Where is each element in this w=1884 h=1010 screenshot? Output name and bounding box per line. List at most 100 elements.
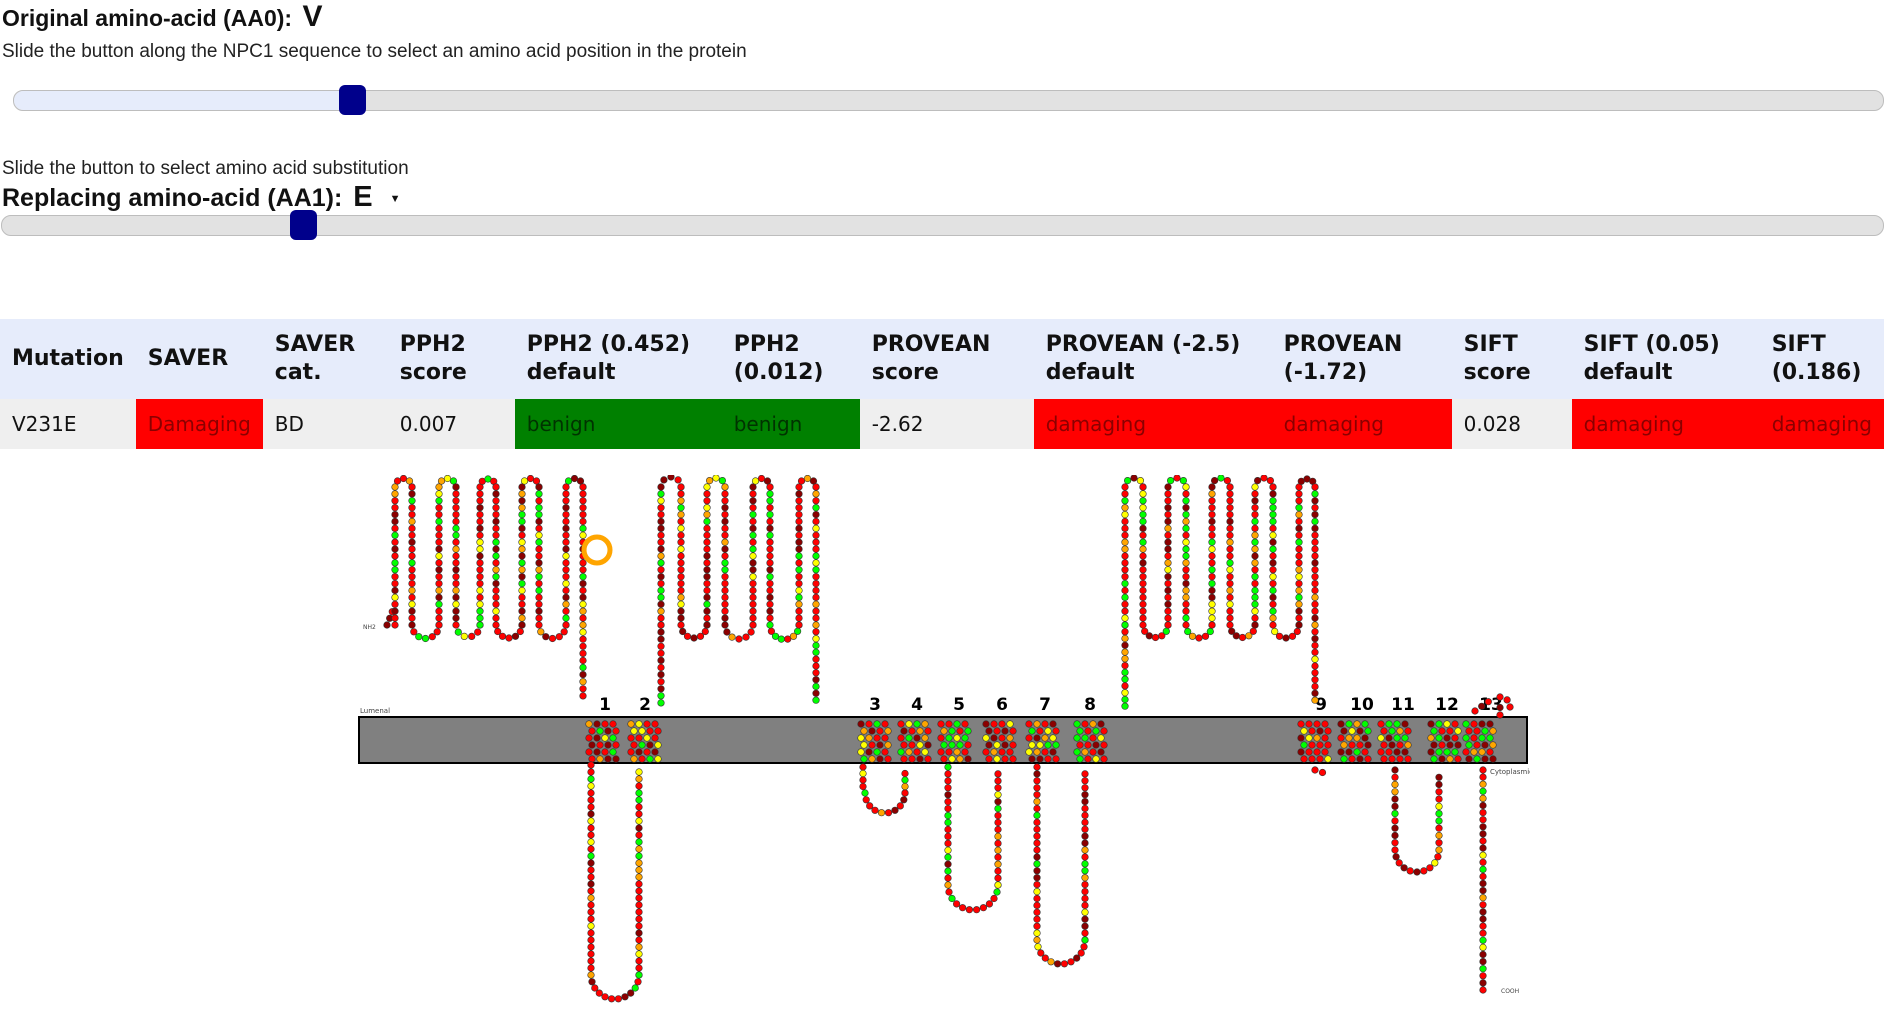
residue (1393, 748, 1401, 756)
residue (1385, 748, 1393, 756)
residue (1006, 720, 1014, 728)
residue (795, 531, 803, 539)
residue (452, 524, 460, 533)
residue (579, 510, 587, 519)
residue (1208, 510, 1216, 519)
residue (749, 497, 757, 505)
residue (1479, 787, 1487, 795)
residue (1182, 614, 1190, 622)
residue (706, 476, 714, 485)
aa1-slider[interactable] (1, 210, 1884, 240)
residue (1311, 593, 1319, 601)
residue (535, 607, 543, 615)
residue (1465, 755, 1473, 763)
cell-saver: Damaging (135, 399, 263, 449)
residue (1226, 621, 1234, 629)
residue (1269, 497, 1277, 505)
residue (908, 755, 916, 763)
residue (612, 727, 620, 735)
residue (1481, 741, 1489, 749)
residue (993, 741, 1001, 749)
residue (948, 755, 956, 763)
residue (1478, 702, 1486, 710)
col-header-provean-172: PROVEAN (-1.72) (1271, 319, 1452, 399)
residue (1269, 573, 1277, 581)
residue (703, 483, 711, 491)
residue (1251, 600, 1259, 608)
residue (1479, 929, 1487, 937)
residue (677, 607, 685, 615)
residue (1164, 573, 1172, 581)
residue (965, 906, 974, 914)
residue (901, 789, 909, 797)
residue (795, 517, 803, 526)
residue (1121, 573, 1129, 581)
residue (635, 894, 643, 902)
residue (562, 538, 570, 546)
residue (944, 805, 952, 813)
position-slider-handle[interactable] (338, 85, 366, 115)
residue (749, 538, 757, 546)
residue (812, 483, 820, 491)
residue (587, 782, 595, 790)
residue (1081, 804, 1089, 813)
residue (703, 586, 711, 595)
selected-residue-marker[interactable] (581, 534, 613, 566)
residue (1479, 816, 1487, 824)
aa1-slider-handle[interactable] (289, 210, 317, 240)
residue (1139, 531, 1147, 539)
residue (1121, 702, 1129, 710)
residue (635, 873, 643, 881)
residue (1182, 531, 1190, 539)
residue (1121, 655, 1129, 663)
residue (408, 510, 416, 519)
residue (1188, 632, 1197, 640)
residue (1269, 607, 1277, 615)
residue (1121, 607, 1129, 615)
residue (1311, 531, 1319, 539)
residue (812, 696, 820, 704)
residue (1081, 777, 1089, 785)
position-slider[interactable] (13, 85, 1884, 115)
residue (1446, 727, 1454, 735)
residue (1393, 720, 1401, 728)
residue (953, 720, 961, 728)
residue (562, 573, 570, 581)
residue (1311, 524, 1319, 533)
col-header-mutation: Mutation (0, 319, 136, 399)
residue (1251, 517, 1259, 526)
residue (476, 579, 484, 588)
residue (1295, 504, 1303, 512)
residue (1123, 476, 1132, 485)
residue (1311, 662, 1319, 670)
residue (1462, 748, 1470, 756)
residue (812, 517, 820, 526)
residue (476, 524, 484, 533)
residue (1073, 748, 1081, 756)
residue (916, 727, 924, 735)
residue (1226, 490, 1234, 498)
residue (1164, 545, 1172, 553)
residue (408, 483, 416, 491)
col-header-pph2-score: PPH2 score (387, 319, 515, 399)
residue (812, 593, 820, 601)
residue (1470, 720, 1478, 728)
residue (657, 552, 665, 560)
residue (476, 566, 484, 574)
residue (1481, 727, 1489, 735)
residue (1269, 614, 1277, 622)
residue (985, 741, 993, 749)
residue (1295, 600, 1303, 608)
residue (812, 600, 820, 608)
residue (1435, 734, 1443, 742)
residue (1253, 476, 1262, 485)
residue (1251, 566, 1259, 574)
residue (1496, 703, 1504, 712)
residue (1486, 748, 1494, 756)
residue (1226, 607, 1234, 615)
aa1-dropdown-caret-icon[interactable]: ▼ (390, 193, 401, 205)
residue (1164, 566, 1172, 574)
residue (548, 634, 557, 643)
residue (721, 552, 729, 560)
residue (1226, 497, 1234, 505)
